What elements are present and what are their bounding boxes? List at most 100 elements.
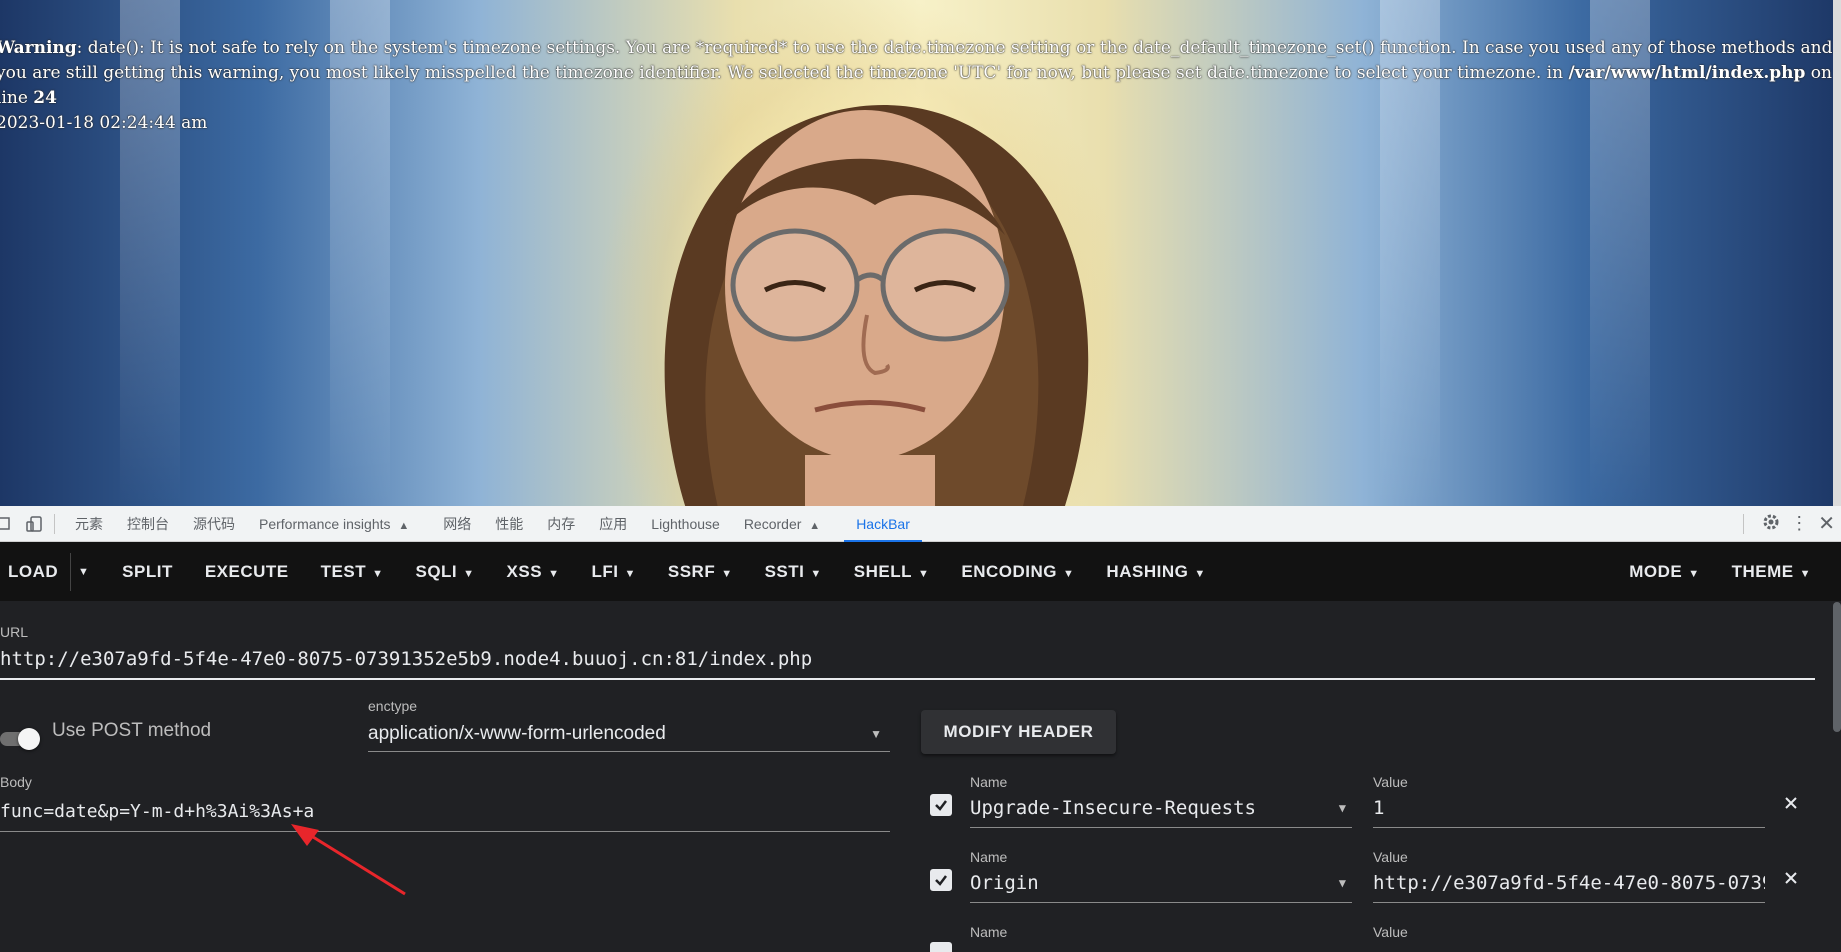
tab-application[interactable]: 应用 (587, 506, 639, 542)
ssrf-menu[interactable]: SSRF ▼ (652, 542, 749, 601)
caret-down-icon: ▼ (1688, 568, 1700, 580)
header-value-input[interactable]: 1 (1373, 792, 1765, 828)
post-method-toggle[interactable] (0, 728, 42, 750)
close-devtools-icon[interactable]: ✕ (1818, 511, 1835, 536)
sqli-menu-label: SQLI (415, 562, 458, 581)
tab-performance-insights-label: Performance insights (259, 515, 391, 532)
tab-performance[interactable]: 性能 (483, 506, 535, 542)
tab-separator (1743, 513, 1745, 534)
remove-header-icon[interactable] (1782, 794, 1802, 814)
caret-down-icon: ▼ (1063, 568, 1075, 580)
split-button[interactable]: SPLIT (106, 542, 189, 601)
header-value-label: Value (1373, 849, 1408, 865)
header-enabled-checkbox[interactable] (930, 794, 952, 816)
hackbar-toolbar: LOAD ▼ SPLIT EXECUTE TEST ▼ SQLI ▼ XSS ▼ LF… (0, 542, 1841, 601)
header-name-value: Upgrade-Insecure-Requests (970, 797, 1256, 819)
lfi-menu[interactable]: LFI ▼ (575, 542, 651, 601)
hashing-menu[interactable]: HASHING ▼ (1090, 542, 1221, 601)
page-scrollbar[interactable] (1833, 0, 1841, 506)
modify-header-button[interactable]: MODIFY HEADER (921, 710, 1116, 754)
flask-icon: ▲ (398, 519, 410, 532)
header-value-label: Value (1373, 924, 1408, 940)
warning-file: /var/www/html/index.php (1568, 63, 1806, 83)
header-enabled-checkbox[interactable] (930, 869, 952, 891)
devtools-tab-bar: 元素 控制台 源代码 Performance insights ▲ 网络 性能 … (0, 506, 1841, 542)
header-name-input[interactable]: Origin ▼ (970, 867, 1352, 903)
ssrf-menu-label: SSRF (667, 562, 716, 581)
device-toolbar-icon[interactable] (22, 512, 46, 536)
portrait-image (664, 105, 1089, 506)
tab-hackbar[interactable]: HackBar (844, 506, 922, 542)
inspect-element-icon[interactable] (0, 512, 16, 536)
test-menu[interactable]: TEST ▼ (305, 542, 400, 601)
hashing-menu-label: HASHING (1106, 562, 1189, 581)
hackbar-scrollbar[interactable] (1833, 602, 1841, 732)
date-output: 2023-01-18 02:24:44 am (0, 113, 208, 133)
tab-recorder-label: Recorder (743, 515, 802, 532)
xss-menu[interactable]: XSS ▼ (491, 542, 576, 601)
post-method-label: Use POST method (52, 720, 212, 741)
body-input[interactable]: func=date&p=Y-m-d+h%3Ai%3As+a (0, 796, 890, 832)
header-name-label: Name (970, 849, 1008, 865)
execute-button[interactable]: EXECUTE (189, 542, 305, 601)
tab-performance-insights[interactable]: Performance insights ▲ (247, 506, 421, 542)
sqli-menu[interactable]: SQLI ▼ (399, 542, 490, 601)
enctype-value: application/x-www-form-urlencoded (368, 723, 666, 744)
ssti-menu-label: SSTI (764, 562, 805, 581)
shell-menu[interactable]: SHELL ▼ (838, 542, 946, 601)
caret-down-icon: ▼ (918, 568, 930, 580)
warning-line: 24 (33, 88, 57, 108)
header-value-input[interactable]: http://e307a9fd-5f4e-47e0-8075-07391352e… (1373, 867, 1765, 903)
lfi-menu-label: LFI (591, 562, 619, 581)
tab-memory[interactable]: 内存 (535, 506, 587, 542)
caret-down-icon: ▼ (624, 568, 636, 580)
dropdown-arrow-icon: ▼ (1338, 876, 1346, 890)
xss-menu-label: XSS (506, 562, 543, 581)
caret-down-icon: ▼ (463, 568, 475, 580)
tab-recorder[interactable]: Recorder ▲ (732, 506, 832, 542)
caret-down-icon: ▼ (1799, 568, 1811, 580)
remove-header-icon[interactable] (1782, 869, 1802, 889)
header-row: Name Upgrade-Insecure-Requests ▼ Value 1 (930, 774, 1810, 834)
header-enabled-checkbox[interactable] (930, 942, 952, 952)
tab-console[interactable]: 控制台 (115, 506, 181, 542)
theme-menu-label: THEME (1731, 562, 1794, 581)
tab-separator (54, 513, 55, 534)
dropdown-arrow-icon: ▼ (1338, 801, 1346, 815)
annotation-arrow (291, 824, 406, 896)
tab-network[interactable]: 网络 (431, 506, 483, 542)
enctype-select[interactable]: application/x-www-form-urlencoded ▼ (368, 718, 890, 752)
test-menu-label: TEST (320, 562, 367, 581)
mode-menu[interactable]: MODE ▼ (1613, 542, 1715, 601)
header-name-input[interactable]: Upgrade-Insecure-Requests ▼ (970, 792, 1352, 828)
load-button[interactable]: LOAD (0, 542, 70, 601)
url-input[interactable]: http://e307a9fd-5f4e-47e0-8075-07391352e… (0, 644, 1815, 680)
header-row: Name Origin ▼ Value http://e307a9fd-5f4e… (930, 849, 1810, 909)
caret-down-icon: ▼ (372, 568, 384, 580)
tab-lighthouse[interactable]: Lighthouse (639, 506, 732, 542)
tab-sources[interactable]: 源代码 (181, 506, 247, 542)
url-label: URL (0, 624, 29, 640)
body-label: Body (0, 774, 32, 790)
load-dropdown-caret-icon[interactable]: ▼ (70, 552, 96, 591)
more-options-icon[interactable]: ⋮ (1790, 513, 1808, 534)
encoding-menu-label: ENCODING (961, 562, 1058, 581)
ssti-menu[interactable]: SSTI ▼ (749, 542, 838, 601)
theme-menu[interactable]: THEME ▼ (1716, 542, 1841, 601)
caret-down-icon: ▼ (1194, 568, 1206, 580)
caret-down-icon: ▼ (721, 568, 733, 580)
warning-message: : date(): It is not safe to rely on the … (0, 38, 1833, 83)
php-warning-output: Warning: date(): It is not safe to rely … (0, 36, 1841, 136)
page-viewport: Warning: date(): It is not safe to rely … (0, 0, 1841, 506)
header-value-label: Value (1373, 774, 1408, 790)
header-name-label: Name (970, 924, 1008, 940)
warning-label: Warning (0, 38, 77, 58)
hackbar-panel: LOAD ▼ SPLIT EXECUTE TEST ▼ SQLI ▼ XSS ▼ LF… (0, 542, 1841, 952)
settings-gear-icon[interactable] (1762, 513, 1780, 534)
caret-down-icon: ▼ (810, 568, 822, 580)
caret-down-icon: ▼ (548, 568, 560, 580)
enctype-label: enctype (368, 698, 418, 714)
mode-menu-label: MODE (1629, 562, 1683, 581)
tab-elements[interactable]: 元素 (63, 506, 115, 542)
encoding-menu[interactable]: ENCODING ▼ (945, 542, 1090, 601)
